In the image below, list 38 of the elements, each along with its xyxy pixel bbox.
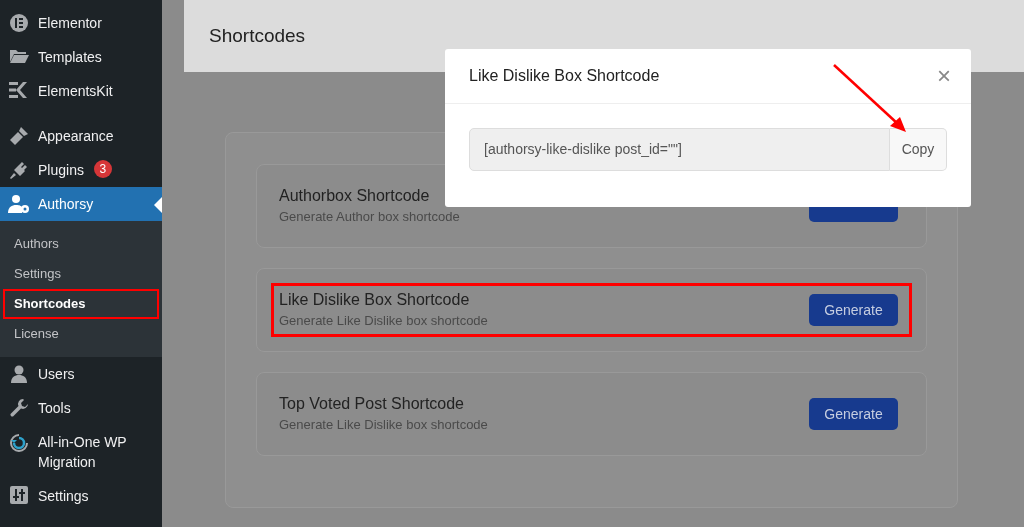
menu-item[interactable]: Plugins 3: [0, 153, 162, 187]
refresh-icon: [8, 432, 30, 454]
copy-button[interactable]: Copy: [890, 128, 947, 171]
generate-button[interactable]: Generate: [809, 398, 898, 430]
user-icon: [9, 364, 29, 384]
elementor-icon: [9, 13, 29, 33]
menu-item[interactable]: ElementsKit: [0, 74, 162, 108]
submenu-item[interactable]: Settings: [3, 259, 159, 289]
sliders-icon: [10, 486, 28, 504]
menu-item[interactable]: Appearance: [0, 119, 162, 153]
submenu-item[interactable]: Shortcodes: [3, 289, 159, 319]
submenu-item[interactable]: License: [3, 319, 159, 349]
shortcode-field[interactable]: [authorsy-like-dislike post_id=""]: [469, 128, 890, 171]
menu-item[interactable]: All-in-One WP Migration: [0, 425, 162, 479]
paintbrush-icon: [9, 126, 29, 146]
menu-item[interactable]: Templates: [0, 40, 162, 74]
count-badge: 3: [93, 160, 112, 178]
generate-button[interactable]: Generate: [809, 294, 898, 326]
plug-icon: [9, 160, 29, 180]
card-subtitle: Generate Like Dislike box shortcode: [279, 416, 488, 434]
card-subtitle: Generate Like Dislike box shortcode: [279, 312, 488, 330]
card-title: Authorbox Shortcode: [279, 186, 431, 206]
ek-logo-icon: [9, 81, 29, 99]
close-button[interactable]: ×: [937, 64, 951, 88]
menu-item[interactable]: Authorsy: [0, 187, 162, 221]
menu-item[interactable]: Tools: [0, 391, 162, 425]
folder-icon: [9, 47, 29, 65]
submenu-item[interactable]: Authors: [3, 229, 159, 259]
page-title: Shortcodes: [209, 23, 306, 48]
card-subtitle: Generate Author box shortcode: [279, 208, 460, 226]
wrench-icon: [9, 398, 29, 418]
card-title: Top Voted Post Shortcode: [279, 394, 465, 414]
modal-title: Like Dislike Box Shortcode: [469, 66, 660, 86]
menu-item[interactable]: Settings: [0, 479, 162, 513]
card-title: Like Dislike Box Shortcode: [279, 290, 471, 310]
menu-item[interactable]: Users: [0, 357, 162, 391]
menu-item[interactable]: Elementor: [0, 6, 162, 40]
user-gear-icon: [8, 194, 30, 214]
